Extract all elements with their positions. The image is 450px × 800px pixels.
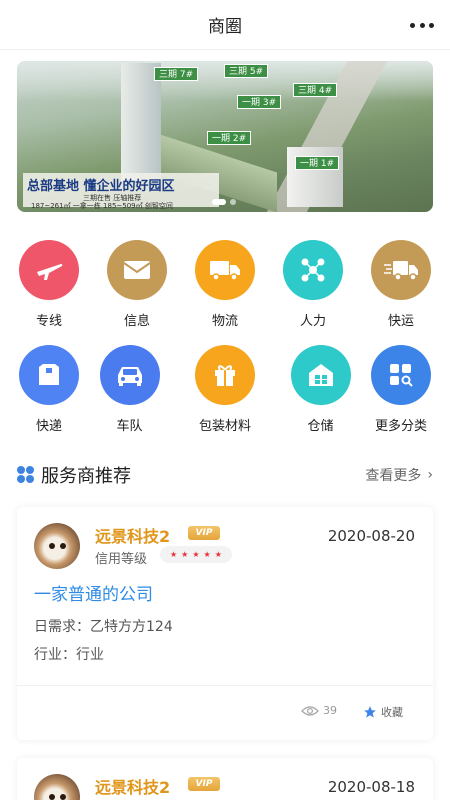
vip-badge: VIP [188, 526, 220, 540]
category-grid: 专线 信息 物流 人力 快运 快递 车队 包装材料 仓储 更多分类 [0, 240, 450, 450]
section-header: 服务商推荐 查看更多 › [17, 460, 433, 490]
star-icon: ★ [181, 549, 189, 559]
banner-tag: 一期 1# [295, 156, 340, 170]
star-icon: ★ [170, 549, 178, 559]
avatar [34, 774, 80, 800]
chevron-right-icon: › [427, 467, 433, 483]
clover-icon [17, 466, 35, 484]
package-icon [19, 345, 79, 405]
banner-caption: 总部基地 懂企业的好园区 三期在售 压轴推荐 187~261㎡ 一拿一栋 185… [23, 173, 219, 210]
gift-icon [195, 345, 255, 405]
avatar [34, 523, 80, 569]
see-more-label: 查看更多 [365, 468, 422, 484]
favorite-label: 收藏 [381, 706, 403, 719]
category-label: 专线 [35, 314, 62, 329]
banner-pagination [212, 199, 236, 205]
vip-badge: VIP [188, 777, 220, 791]
eye-icon [301, 705, 319, 716]
industry: 行业：行业 [34, 647, 104, 663]
provider-card[interactable]: 远景科技2 VIP 2020-08-20 信用等级 ★ ★ ★ ★ ★ 一家普通的公司 … [17, 507, 433, 740]
category-更多分类[interactable]: 更多分类 [371, 345, 431, 450]
see-more-link[interactable]: 查看更多 › [365, 465, 433, 485]
post-date: 2020-08-18 [327, 778, 415, 796]
divider [17, 685, 433, 686]
provider-card[interactable]: 远景科技2 VIP 2020-08-18 [17, 758, 433, 800]
category-label: 人力 [299, 314, 326, 329]
network-icon [283, 240, 343, 300]
banner-tag: 三期 4# [293, 83, 338, 97]
company-description: 一家普通的公司 [34, 585, 153, 605]
category-专线[interactable]: 专线 [19, 240, 79, 345]
banner-carousel[interactable]: 三期 7# 三期 5# 一期 3# 三期 4# 一期 2# 一期 1# 总部基地… [17, 61, 433, 212]
category-快递[interactable]: 快递 [19, 345, 79, 450]
views-value: 39 [323, 704, 337, 717]
company-name: 远景科技2 [95, 778, 171, 797]
banner-caption-sub: 三期在售 压轴推荐 [83, 194, 142, 202]
grid-search-icon [371, 345, 431, 405]
category-包装材料[interactable]: 包装材料 [180, 345, 270, 450]
category-快运[interactable]: 快运 [371, 240, 431, 345]
banner-tag: 三期 7# [154, 67, 199, 81]
warehouse-icon [290, 345, 351, 405]
star-icon: ★ [203, 549, 211, 559]
credit-label: 信用等级 [95, 552, 148, 567]
banner-caption-sub: 187~261㎡ 一拿一栋 185~509㎡ 创智空间 [31, 202, 173, 210]
category-车队[interactable]: 车队 [99, 345, 160, 450]
favorite-button[interactable]: 收藏 [363, 704, 403, 720]
category-label: 物流 [211, 314, 238, 329]
category-label: 包装材料 [198, 419, 251, 434]
page-title: 商圈 [208, 17, 242, 37]
section-title: 服务商推荐 [41, 466, 131, 487]
category-label: 仓储 [307, 419, 334, 434]
category-label: 快递 [35, 419, 62, 434]
car-icon [99, 345, 160, 405]
daily-demand: 日需求：乙特方方124 [34, 619, 173, 635]
banner-caption-main: 总部基地 懂企业的好园区 [27, 179, 175, 194]
more-dots-icon[interactable] [410, 15, 434, 35]
truck-icon [195, 240, 255, 300]
views-count: 39 [301, 704, 337, 717]
post-date: 2020-08-20 [327, 527, 415, 545]
star-icon: ★ [214, 549, 222, 559]
star-favorite-icon [364, 706, 376, 718]
banner-tag: 一期 3# [237, 95, 282, 109]
category-label: 快运 [387, 314, 414, 329]
category-label: 信息 [123, 314, 150, 329]
banner-tag: 一期 2# [207, 131, 252, 145]
category-仓储[interactable]: 仓储 [290, 345, 351, 450]
top-bar: 商圈 [0, 0, 450, 50]
category-人力[interactable]: 人力 [283, 240, 343, 345]
fast-truck-icon [371, 240, 431, 300]
category-label: 车队 [116, 419, 143, 434]
category-label: 更多分类 [374, 419, 427, 434]
credit-stars: ★ ★ ★ ★ ★ [160, 546, 232, 563]
banner-tag: 三期 5# [224, 64, 269, 78]
star-icon: ★ [192, 549, 200, 559]
category-物流[interactable]: 物流 [195, 240, 255, 345]
company-name: 远景科技2 [95, 527, 171, 546]
category-信息[interactable]: 信息 [107, 240, 167, 345]
airplane-icon [19, 240, 79, 300]
envelope-icon [107, 240, 167, 300]
